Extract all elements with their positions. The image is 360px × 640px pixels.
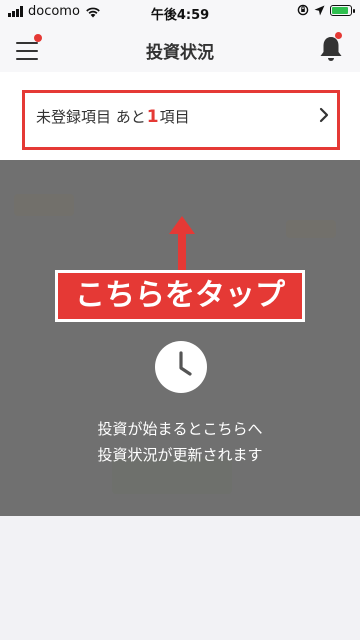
notice-count: 1 (146, 107, 159, 127)
notifications-button[interactable] (316, 32, 346, 64)
app-header: 投資状況 (0, 24, 360, 72)
rotation-lock-icon (297, 4, 309, 16)
page-title: 投資状況 (146, 43, 214, 63)
chevron-right-icon (319, 107, 329, 123)
clock-icon (155, 341, 207, 393)
battery-icon (330, 4, 355, 16)
location-icon (314, 5, 325, 15)
bell-icon (320, 37, 342, 61)
empty-state-overlay: こちらをタップ 投資が始まるとこちらへ 投資状況が更新されます (0, 160, 360, 516)
empty-state-line-1: 投資が始まるとこちらへ (97, 420, 263, 438)
status-bar: docomo 午後4:59 (0, 0, 360, 24)
unregistered-items-row[interactable]: 未登録項目 あと1項目 (0, 72, 360, 160)
notice-suffix: 項目 (159, 108, 190, 126)
empty-state-line-2: 投資状況が更新されます (97, 446, 263, 464)
bell-badge-dot (335, 32, 342, 39)
tap-here-callout: こちらをタップ (55, 270, 305, 322)
main-content: 未登録項目 あと1項目 こちらをタップ 投資が始まるとこちらへ 投資状況が更新さ… (0, 72, 360, 640)
status-right (297, 4, 355, 16)
empty-state-message: 投資が始まるとこちらへ 投資状況が更新されます (0, 416, 360, 468)
notice-prefix: 未登録項目 あと (36, 108, 146, 126)
unregistered-items-text: 未登録項目 あと1項目 (36, 106, 190, 127)
arrow-stem (178, 230, 186, 270)
bottom-area (0, 516, 360, 640)
